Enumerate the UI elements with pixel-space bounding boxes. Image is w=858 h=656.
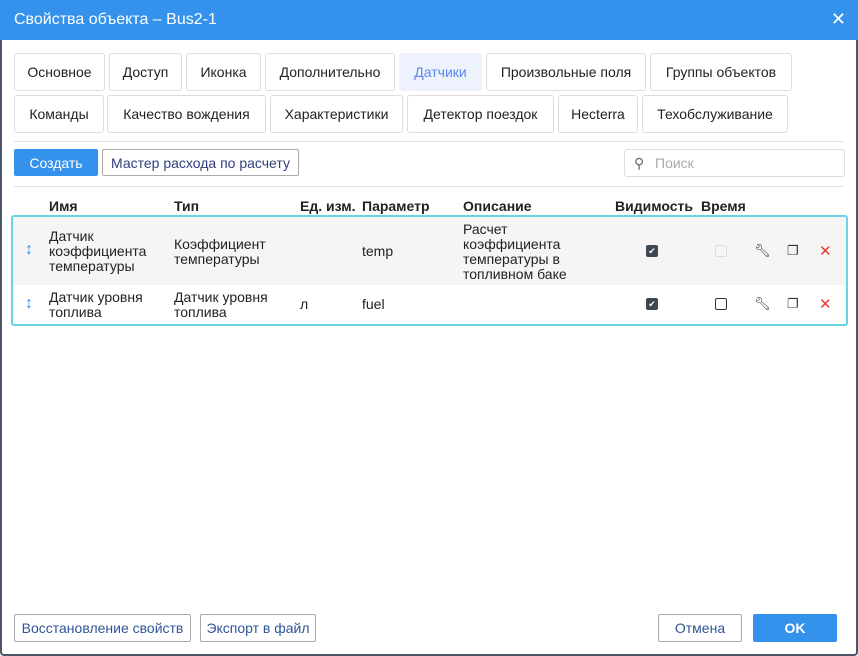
tab-access[interactable]: Доступ [109, 53, 182, 91]
tab-characteristics[interactable]: Характеристики [270, 95, 403, 133]
column-header-unit[interactable]: Ед. изм. [300, 198, 355, 214]
sensors-table: ↕ Датчик коэффициента температуры Коэффи… [11, 215, 848, 326]
column-header-time[interactable]: Время [701, 198, 746, 214]
column-header-type[interactable]: Тип [174, 198, 199, 214]
tab-commands[interactable]: Команды [14, 95, 104, 133]
delete-icon[interactable]: ✕ [819, 295, 832, 313]
divider [14, 186, 844, 187]
tab-trip-detector[interactable]: Детектор поездок [407, 95, 554, 133]
time-checkbox[interactable] [715, 298, 727, 310]
copy-icon[interactable]: ❐ [787, 243, 799, 259]
column-header-name[interactable]: Имя [49, 198, 78, 214]
cancel-button[interactable]: Отмена [658, 614, 742, 642]
column-header-parameter[interactable]: Параметр [362, 198, 430, 214]
consumption-wizard-button[interactable]: Мастер расхода по расчету [102, 149, 299, 176]
sensor-unit: л [300, 296, 309, 312]
close-icon[interactable]: ✕ [831, 9, 846, 30]
drag-handle-icon[interactable]: ↕ [25, 295, 33, 313]
sensor-type: Коэффициент температуры [174, 236, 266, 267]
tab-advanced[interactable]: Дополнительно [265, 53, 395, 91]
wrench-icon[interactable]: 🔧︎ [754, 243, 771, 259]
divider [14, 141, 844, 142]
delete-icon[interactable]: ✕ [819, 242, 832, 260]
sensor-parameter: fuel [362, 296, 385, 312]
table-row[interactable]: ↕ Датчик уровня топлива Датчик уровня то… [13, 285, 846, 325]
create-button[interactable]: Создать [14, 149, 98, 176]
sensor-description: Расчет коэффициента температуры в топлив… [463, 221, 567, 282]
tab-hecterra[interactable]: Hecterra [558, 95, 638, 133]
time-checkbox [715, 245, 727, 257]
sensor-parameter: temp [362, 243, 394, 259]
tab-maintenance[interactable]: Техобслуживание [642, 95, 788, 133]
search-icon: ⚲ [634, 155, 645, 171]
dialog-header: Свойства объекта – Bus2-1 ✕ [0, 0, 858, 40]
search-placeholder: Поиск [655, 155, 694, 171]
tab-eco-driving[interactable]: Качество вождения [107, 95, 266, 133]
export-to-file-button[interactable]: Экспорт в файл [200, 614, 316, 642]
tab-object-groups[interactable]: Группы объектов [650, 53, 792, 91]
tab-icon[interactable]: Иконка [186, 53, 261, 91]
drag-handle-icon[interactable]: ↕ [25, 241, 33, 259]
sensor-type: Датчик уровня топлива [174, 289, 268, 320]
column-header-description[interactable]: Описание [463, 198, 532, 214]
column-header-visibility[interactable]: Видимость [615, 198, 693, 214]
wrench-icon[interactable]: 🔧︎ [754, 296, 771, 312]
sensor-name: Датчик коэффициента температуры [49, 228, 147, 274]
visibility-checkbox[interactable]: ✔ [646, 298, 658, 310]
tab-main[interactable]: Основное [14, 53, 105, 91]
visibility-checkbox[interactable]: ✔ [646, 245, 658, 257]
search-input[interactable]: ⚲ Поиск [624, 149, 845, 177]
restore-properties-button[interactable]: Восстановление свойств [14, 614, 191, 642]
tab-sensors[interactable]: Датчики [399, 53, 482, 91]
copy-icon[interactable]: ❐ [787, 296, 799, 312]
dialog-title: Свойства объекта – Bus2-1 [14, 11, 217, 28]
sensor-name: Датчик уровня топлива [49, 289, 143, 320]
table-row[interactable]: ↕ Датчик коэффициента температуры Коэффи… [13, 217, 846, 285]
ok-button[interactable]: OK [753, 614, 837, 642]
tab-custom-fields[interactable]: Произвольные поля [486, 53, 646, 91]
